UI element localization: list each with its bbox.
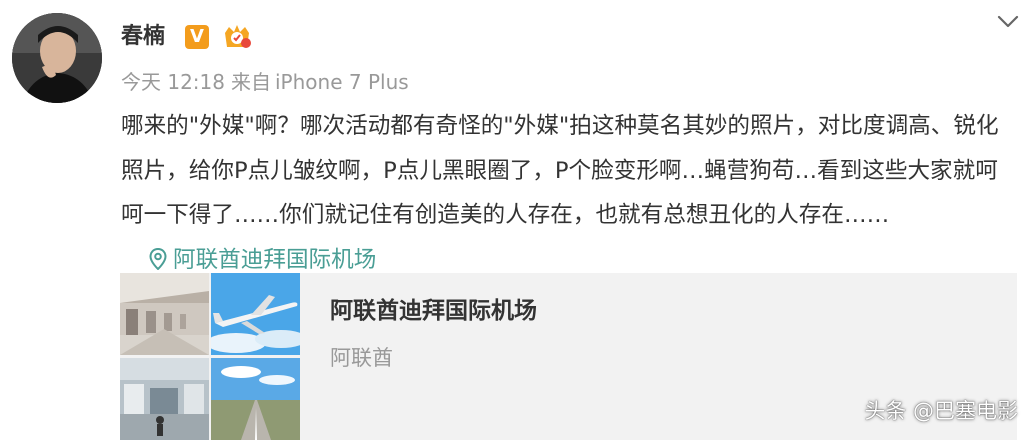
- chevron-down-icon[interactable]: [996, 14, 1020, 30]
- thumbnail-runway: [211, 358, 300, 440]
- watermark: 头条 @巴塞电影: [864, 399, 1018, 423]
- location-label: 阿联酋迪拜国际机场: [173, 246, 377, 273]
- post-device[interactable]: iPhone 7 Plus: [275, 70, 409, 94]
- verified-v-icon: V: [185, 25, 209, 49]
- post-body: 哪来的"外媒"啊？哪次活动都有奇怪的"外媒"拍这种莫名其妙的照片，对比度调高、锐…: [121, 113, 999, 228]
- card-subtitle: 阿联酋: [330, 346, 393, 370]
- username[interactable]: 春楠: [121, 22, 165, 52]
- location-thumbnails: [120, 273, 300, 440]
- avatar[interactable]: [12, 13, 102, 103]
- card-title: 阿联酋迪拜国际机场: [330, 298, 537, 324]
- thumbnail-gate-area: [120, 358, 209, 440]
- post-text: 哪来的"外媒"啊？哪次活动都有奇怪的"外媒"拍这种莫名其妙的照片，对比度调高、锐…: [121, 104, 1016, 282]
- location-link[interactable]: 阿联酋迪拜国际机场: [149, 247, 376, 273]
- member-badge-icon[interactable]: [222, 23, 252, 51]
- post-meta: 今天 12:18 来自 iPhone 7 Plus: [121, 68, 415, 96]
- thumbnail-airplane: [211, 273, 300, 355]
- source-prefix: 来自: [231, 70, 271, 94]
- thumbnail-terminal-hall: [120, 273, 209, 355]
- post-time[interactable]: 今天 12:18: [121, 70, 225, 94]
- location-pin-icon: [149, 247, 167, 270]
